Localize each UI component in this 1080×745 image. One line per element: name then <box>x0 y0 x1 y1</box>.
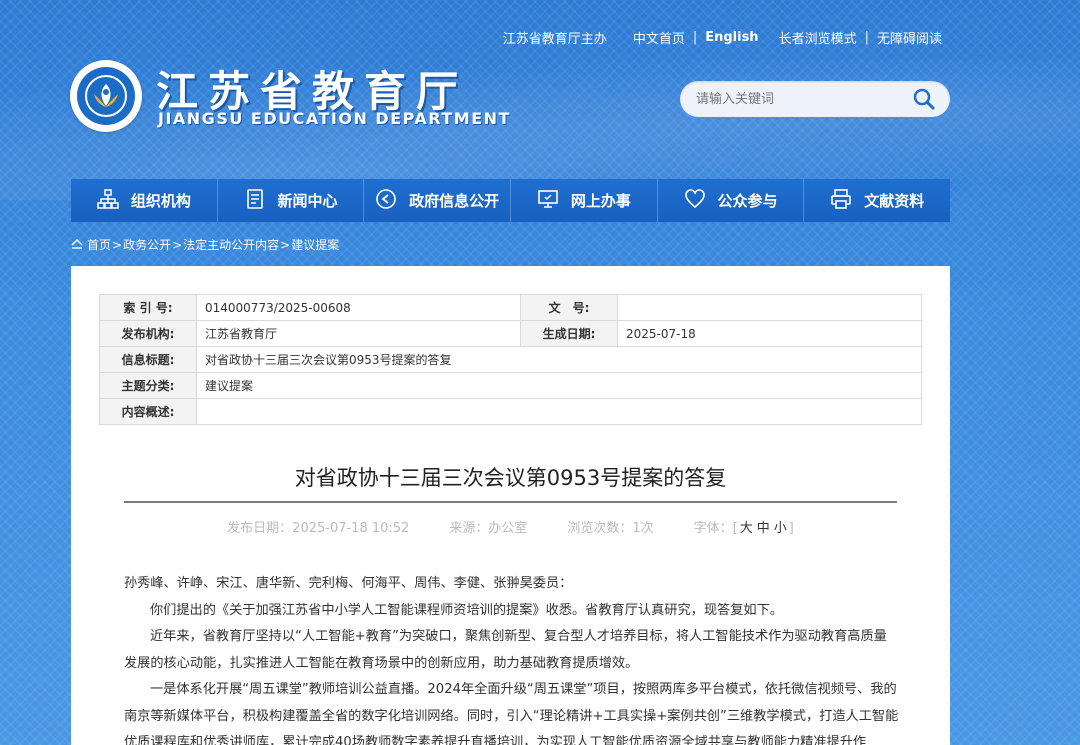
nav-label: 组织机构 <box>130 192 191 210</box>
nav-item-documents[interactable]: 文献资料 <box>804 179 950 222</box>
target-icon <box>375 188 397 214</box>
nav-label: 政府信息公开 <box>409 192 500 210</box>
breadcrumb-separator: > <box>112 237 123 252</box>
main-nav: 组织机构 新闻中心 政府信息公开 网上办事 公众参与 文献资料 <box>71 179 950 222</box>
logo-emblem-icon <box>77 67 135 125</box>
source: 来源：办公室 <box>449 521 528 536</box>
date-value: 2025-07-18 <box>617 320 922 347</box>
search-input[interactable] <box>696 91 896 107</box>
font-medium-button[interactable]: 中 <box>757 521 770 536</box>
table-row: 信息标题: 对省政协十三届三次会议第0953号提案的答复 <box>99 346 922 373</box>
paragraph: 你们提出的《关于加强江苏省中小学人工智能课程师资培训的提案》收悉。省教育厅认真研… <box>150 602 783 618</box>
summary-value <box>196 398 922 425</box>
metadata-table: 索 引 号: 014000773/2025-00608 文 号: 发布机构: 江… <box>99 294 922 425</box>
index-value: 014000773/2025-00608 <box>196 294 521 321</box>
home-icon <box>71 238 83 252</box>
paragraph: 近年来，省教育厅坚持以“人工智能+教育”为突破口，聚焦创新型、复合型人才培养目标… <box>124 629 887 671</box>
salutation: 孙秀峰、许峥、宋江、唐华新、完利梅、何海平、周伟、李健、张翀昊委员： <box>124 576 573 591</box>
view-count: 浏览次数：1次 <box>567 521 654 536</box>
nav-label: 网上办事 <box>570 192 631 210</box>
title-divider <box>124 501 897 503</box>
document-icon <box>244 188 266 214</box>
nav-label: 文献资料 <box>864 192 925 210</box>
nav-item-organization[interactable]: 组织机构 <box>71 179 218 222</box>
search-box <box>680 81 950 117</box>
font-label: 字体：[ <box>693 521 738 536</box>
font-end: ] <box>788 521 794 536</box>
article-title: 对省政协十三届三次会议第0953号提案的答复 <box>294 466 727 490</box>
title-value: 对省政协十三届三次会议第0953号提案的答复 <box>196 346 922 373</box>
title-label: 信息标题: <box>99 346 197 373</box>
font-size-switcher: 字体：[大中小] <box>694 517 794 536</box>
summary-label: 内容概述: <box>99 398 197 425</box>
site-logo[interactable] <box>70 60 142 132</box>
paragraph: 一是体系化开展“周五课堂”教师培训公益直播。2024年全面升级“周五课堂”项目，… <box>124 682 899 745</box>
font-large-button[interactable]: 大 <box>740 521 753 536</box>
date-label: 生成日期: <box>520 320 618 347</box>
accessible-link[interactable]: 无障碍阅读 <box>877 28 942 47</box>
topic-label: 主题分类: <box>99 372 197 399</box>
org-label: 发布机构: <box>99 320 197 347</box>
table-row: 索 引 号: 014000773/2025-00608 文 号: <box>99 294 922 321</box>
article-body: 孙秀峰、许峥、宋江、唐华新、完利梅、何海平、周伟、李健、张翀昊委员： 你们提出的… <box>124 571 899 745</box>
divider: | <box>864 30 869 45</box>
search-icon[interactable] <box>912 87 936 111</box>
index-label: 索 引 号: <box>99 294 197 321</box>
breadcrumb: 首页 > 政务公开 > 法定主动公开内容 > 建议提案 <box>71 236 339 253</box>
font-small-button[interactable]: 小 <box>774 521 787 536</box>
top-links: 江苏省教育厅主办 中文首页 | English 长者浏览模式 | 无障碍阅读 <box>503 28 942 47</box>
nav-item-online-services[interactable]: 网上办事 <box>511 179 658 222</box>
home-link[interactable]: 中文首页 <box>633 28 685 47</box>
host-text: 江苏省教育厅主办 <box>502 32 607 47</box>
nav-item-gov-info[interactable]: 政府信息公开 <box>364 179 512 222</box>
printer-icon <box>830 188 852 214</box>
breadcrumb-gov-affairs[interactable]: 政务公开 <box>123 236 171 253</box>
heart-icon <box>684 188 706 214</box>
article-info: 发布日期：2025-07-18 10:52 来源：办公室 浏览次数：1次 字体：… <box>71 517 950 536</box>
docno-label: 文 号: <box>520 294 618 321</box>
site-subtitle: JIANGSU EDUCATION DEPARTMENT <box>158 109 511 128</box>
elder-mode-link[interactable]: 长者浏览模式 <box>779 28 857 47</box>
nav-item-public-participation[interactable]: 公众参与 <box>658 179 805 222</box>
publish-date: 发布日期：2025-07-18 10:52 <box>227 521 410 536</box>
org-chart-icon <box>97 188 119 214</box>
divider: | <box>692 30 698 45</box>
nav-label: 公众参与 <box>717 192 778 210</box>
breadcrumb-separator: > <box>280 237 291 252</box>
breadcrumb-disclosure[interactable]: 法定主动公开内容 <box>183 236 279 253</box>
breadcrumb-separator: > <box>172 237 183 252</box>
english-link[interactable]: English <box>705 30 758 45</box>
table-row: 发布机构: 江苏省教育厅 生成日期: 2025-07-18 <box>99 320 922 347</box>
nav-label: 新闻中心 <box>277 192 338 210</box>
breadcrumb-proposals[interactable]: 建议提案 <box>291 236 339 253</box>
nav-item-news[interactable]: 新闻中心 <box>218 179 365 222</box>
org-value: 江苏省教育厅 <box>196 320 521 347</box>
topic-value: 建议提案 <box>196 372 922 399</box>
table-row: 主题分类: 建议提案 <box>99 372 922 399</box>
table-row: 内容概述: <box>99 398 922 425</box>
breadcrumb-home[interactable]: 首页 <box>87 236 111 253</box>
monitor-icon <box>537 188 559 214</box>
content-panel: 索 引 号: 014000773/2025-00608 文 号: 发布机构: 江… <box>71 266 950 745</box>
docno-value <box>617 294 922 321</box>
